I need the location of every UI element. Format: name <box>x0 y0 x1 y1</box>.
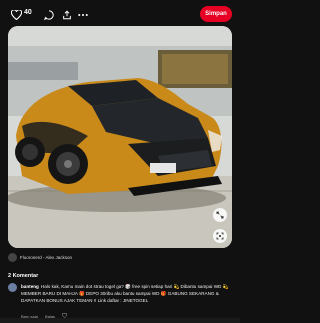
pin-action-bar: 40 Simpan <box>0 0 240 28</box>
pin-credit[interactable]: Fluoronerd - Alex Jackson <box>8 253 72 262</box>
share-icon[interactable] <box>60 8 74 22</box>
comment-text: Halo kak, Kamu main dot strau togel ga? … <box>21 284 229 304</box>
comment-body: banteng Halo kak, Kamu main dot strau tog… <box>21 283 233 305</box>
avatar[interactable] <box>8 283 17 292</box>
more-icon[interactable] <box>76 8 90 22</box>
comment-username[interactable]: banteng <box>21 284 39 289</box>
save-button[interactable]: Simpan <box>200 6 232 22</box>
expand-icon[interactable] <box>213 208 227 222</box>
heart-icon[interactable] <box>9 8 23 22</box>
lens-icon[interactable] <box>213 229 227 243</box>
car-photo <box>8 26 232 248</box>
credit-avatar <box>8 253 17 262</box>
comments-heading[interactable]: 2 Komentar <box>8 273 38 279</box>
credit-text: Fluoronerd - Alex Jackson <box>20 255 73 260</box>
like-count: 40 <box>24 9 32 16</box>
bottom-divider <box>0 318 240 323</box>
pin-image[interactable] <box>8 26 232 248</box>
chat-icon[interactable] <box>42 8 56 22</box>
